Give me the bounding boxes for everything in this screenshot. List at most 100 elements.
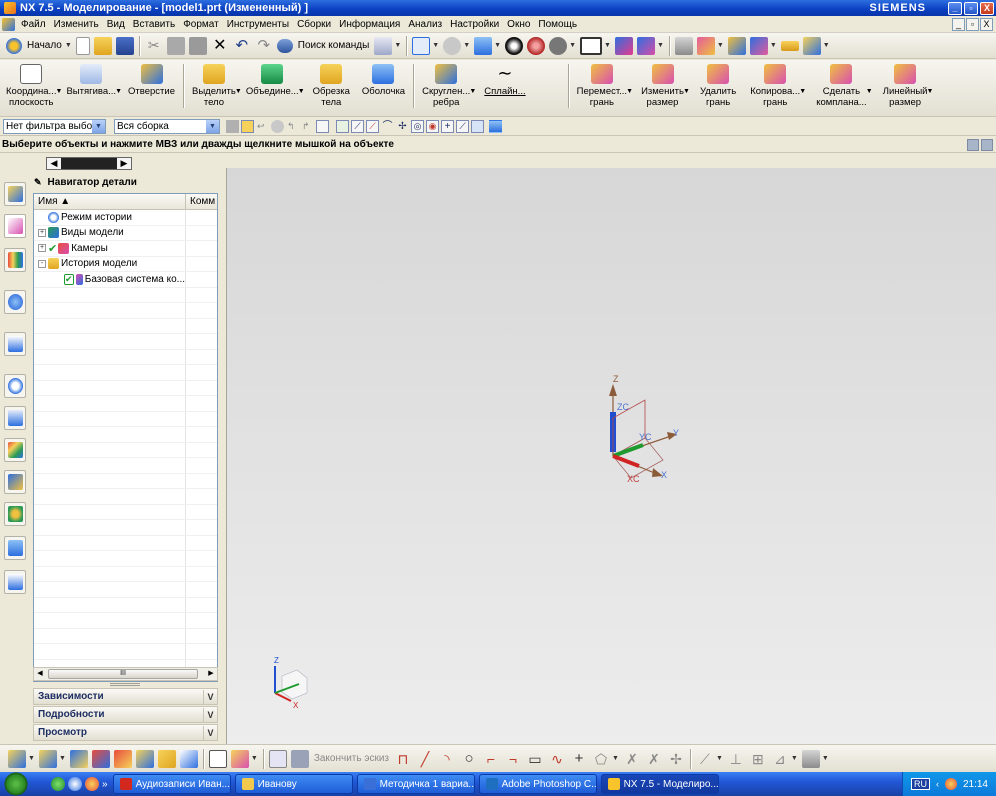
tree-row[interactable]: ✔ Базовая система ко... xyxy=(34,272,217,288)
edge-blend-button[interactable]: Скруглен... ребра ▼ xyxy=(420,64,476,108)
chevron-down-icon[interactable]: ▼ xyxy=(92,119,105,133)
mirror-curve-icon[interactable]: ⊥ xyxy=(727,750,745,768)
scroll-right-icon[interactable]: ▶ xyxy=(205,668,217,680)
hole-button[interactable]: Отверстие xyxy=(126,64,177,97)
existing-point-icon[interactable]: + xyxy=(441,119,454,133)
menu-file[interactable]: Файл xyxy=(17,19,50,30)
arc-icon[interactable]: ◝ xyxy=(438,750,456,768)
point-on-face-icon[interactable] xyxy=(471,119,484,133)
taskbar-item[interactable]: Иванову xyxy=(234,774,353,794)
wireframe-icon[interactable] xyxy=(549,36,568,55)
collapse-icon[interactable]: - xyxy=(38,259,46,268)
open-folder-icon[interactable] xyxy=(93,36,112,55)
point-on-curve-icon[interactable]: ⟋ xyxy=(456,119,469,133)
dropdown-icon[interactable]: ▼ xyxy=(626,86,633,97)
end-point-icon[interactable]: ⟋ xyxy=(351,119,364,133)
copy-face-button[interactable]: Копирова... грань ▼ xyxy=(748,64,806,108)
arc-center-icon[interactable]: ◎ xyxy=(411,119,424,133)
dropdown-icon[interactable]: ▼ xyxy=(716,755,723,762)
menu-window[interactable]: Окно xyxy=(503,19,534,30)
dropdown-icon[interactable]: ▼ xyxy=(56,86,63,97)
column-name[interactable]: Имя ▲ xyxy=(34,194,186,209)
save-icon[interactable] xyxy=(115,36,134,55)
line-icon[interactable]: ╱ xyxy=(416,750,434,768)
tray-chevron-icon[interactable]: ‹ xyxy=(936,779,939,789)
fit-dropdown-icon[interactable]: ▼ xyxy=(432,42,439,49)
delete-face-button[interactable]: Удалить грань xyxy=(698,64,738,108)
mdi-minimize-button[interactable]: _ xyxy=(952,17,965,31)
mdi-close-button[interactable]: X xyxy=(980,17,993,31)
filter-icon[interactable] xyxy=(226,119,239,133)
dropdown-icon[interactable]: ▼ xyxy=(28,755,35,762)
menu-analysis[interactable]: Анализ xyxy=(404,19,446,30)
wcs-icon[interactable] xyxy=(696,36,715,55)
rect-select-icon[interactable] xyxy=(316,119,329,133)
pan-icon[interactable] xyxy=(443,36,462,55)
constraints-icon[interactable] xyxy=(801,749,820,768)
mirror-assembly-icon[interactable] xyxy=(113,749,132,768)
datum-plane-button[interactable]: Координа... плоскость ▼ xyxy=(4,64,62,108)
type-filter-select[interactable]: Нет фильтра выбо ▼ xyxy=(3,118,106,134)
delete-icon[interactable]: ✕ xyxy=(211,37,229,55)
binoculars-icon[interactable] xyxy=(276,38,293,53)
fillet-icon[interactable]: ⌐ xyxy=(482,750,500,768)
polygon-icon[interactable]: ⬠ xyxy=(592,750,610,768)
curve-rule-icon[interactable]: ↰ xyxy=(286,120,299,133)
start-icon[interactable] xyxy=(6,37,22,54)
fit-view-icon[interactable] xyxy=(412,36,431,55)
dropdown-icon[interactable]: ▼ xyxy=(235,86,242,97)
scroll-thumb[interactable]: III xyxy=(48,669,198,679)
resource-reuse-library[interactable] xyxy=(4,248,26,272)
cut-icon[interactable]: ✂ xyxy=(145,37,163,55)
copy-icon[interactable] xyxy=(166,36,185,55)
clock[interactable]: 21:14 xyxy=(963,779,988,790)
resource-roles[interactable] xyxy=(4,502,26,526)
expand-icon[interactable]: + xyxy=(38,244,46,253)
extract-body-button[interactable]: Выделить тело ▼ xyxy=(190,64,242,108)
dropdown-icon[interactable]: ▼ xyxy=(799,86,806,97)
snap-point-icon[interactable] xyxy=(336,119,349,133)
scroll-thumb[interactable] xyxy=(61,158,117,169)
extrude-button[interactable]: Вытягива... ▼ xyxy=(64,64,122,97)
menu-edit[interactable]: Изменить xyxy=(50,19,103,30)
dependencies-panel[interactable]: Зависимости V xyxy=(33,688,218,705)
quicklaunch-icon[interactable] xyxy=(51,777,65,791)
resource-help[interactable] xyxy=(4,290,26,314)
assembly-tool-icon[interactable] xyxy=(8,749,26,768)
dropdown-icon[interactable]: ▼ xyxy=(822,755,829,762)
general-selection-icon[interactable] xyxy=(241,119,254,133)
dropdown-icon[interactable]: ▼ xyxy=(683,86,690,97)
orient-view-icon[interactable] xyxy=(474,36,493,55)
linear-dimension-button[interactable]: Линейный размер ▼ xyxy=(881,64,933,108)
section-dropdown-icon[interactable]: ▼ xyxy=(657,42,664,49)
mid-point-icon[interactable]: ⟋ xyxy=(366,119,379,133)
add-component-icon[interactable] xyxy=(38,749,57,768)
make-corner-icon[interactable]: ✢ xyxy=(667,750,685,768)
taskbar-item[interactable]: Аудиозаписи Иван... xyxy=(112,774,231,794)
stop-icon[interactable]: ↱ xyxy=(301,120,314,133)
drafting-icon[interactable] xyxy=(230,749,249,768)
taskbar-item[interactable]: Adobe Photoshop C... xyxy=(478,774,597,794)
quadrant-icon[interactable]: ◉ xyxy=(426,119,439,133)
pattern-curve-icon[interactable]: ⊞ xyxy=(749,750,767,768)
dropdown-icon[interactable]: ▼ xyxy=(251,755,258,762)
object-display-icon[interactable] xyxy=(749,36,768,55)
shaded-icon[interactable] xyxy=(527,36,546,55)
command-finder-label[interactable]: Поиск команды xyxy=(298,40,370,51)
dropdown-icon[interactable]: ▼ xyxy=(612,755,619,762)
selection-dropdown-icon[interactable]: ▼ xyxy=(394,42,401,49)
chamfer-icon[interactable]: ¬ xyxy=(504,750,522,768)
expand-icon[interactable]: + xyxy=(38,228,46,237)
feature-icon[interactable] xyxy=(271,119,284,133)
clip-icon[interactable] xyxy=(614,36,633,55)
navigator-scroll-tab[interactable]: ◀ ▶ xyxy=(46,157,132,170)
intersection-icon[interactable]: ✢ xyxy=(396,120,409,133)
dropdown-icon[interactable]: ▼ xyxy=(59,755,66,762)
resource-process-studio[interactable] xyxy=(4,470,26,494)
quicklaunch-chevron-icon[interactable]: » xyxy=(102,779,108,790)
dropdown-icon[interactable]: ▼ xyxy=(866,86,873,97)
tree-row[interactable]: - История модели xyxy=(34,256,217,272)
new-file-icon[interactable] xyxy=(75,36,90,55)
explode-icon[interactable] xyxy=(135,749,154,768)
profile-icon[interactable]: ⊓ xyxy=(394,750,412,768)
